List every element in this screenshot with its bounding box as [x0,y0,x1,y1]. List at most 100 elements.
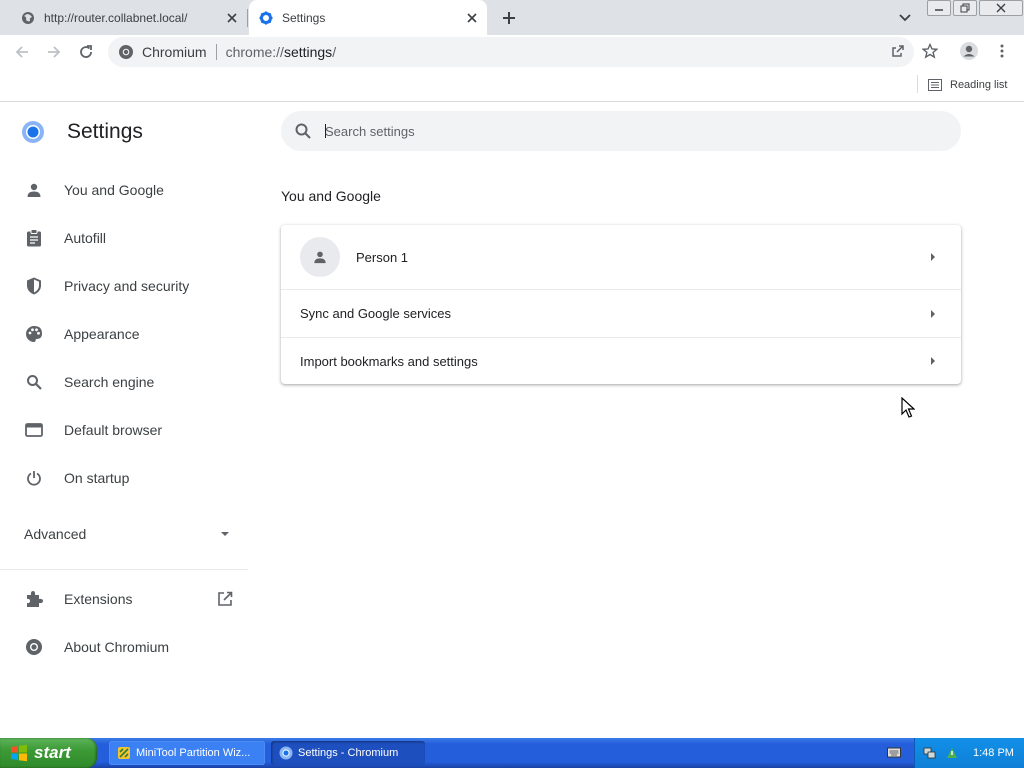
chromium-icon [118,44,134,60]
tab-separator [247,9,248,27]
windows-logo-icon [10,744,28,762]
reload-button[interactable] [74,40,98,64]
caret-down-icon [220,531,230,537]
tab-settings[interactable]: Settings [249,0,487,35]
share-icon[interactable] [887,40,909,62]
row-label: Person 1 [356,249,409,265]
url-host: settings [283,44,333,60]
settings-page: Settings You and Google Autofill Privacy… [0,103,1024,738]
window-controls [927,0,1024,16]
nav-item-appearance[interactable]: Appearance [0,314,248,354]
nav-advanced[interactable]: Advanced [0,514,248,554]
mouse-cursor-icon [901,396,916,424]
tab-strip: http://router.collabnet.local/ Settings [0,0,1024,35]
close-window-button[interactable] [979,0,1023,16]
shield-icon [24,276,44,296]
nav-item-on-startup[interactable]: On startup [0,458,248,498]
browser-toolbar: Chromium chrome://settings/ [0,35,1024,69]
url-path: / [332,44,337,60]
new-tab-button[interactable] [497,6,521,30]
reading-list-label: Reading list [950,79,1008,91]
restore-button[interactable] [953,0,977,16]
reading-list-button[interactable]: Reading list [928,75,1007,95]
search-input[interactable] [325,123,885,139]
bookmark-star-icon[interactable] [919,40,941,62]
nav-item-privacy[interactable]: Privacy and security [0,266,248,306]
taskbar-item-label: MiniTool Partition Wiz... [136,747,251,759]
person-icon [24,180,44,200]
omnibox-divider [215,44,217,60]
row-sync[interactable]: Sync and Google services [281,289,961,337]
tab-close-icon[interactable] [463,9,481,27]
arrow-right-icon [930,356,936,366]
chromium-logo-icon [21,120,45,144]
chevron-down-icon[interactable] [894,7,916,29]
clock: 1:48 PM [973,747,1014,759]
minimize-button[interactable] [927,0,951,16]
back-button[interactable] [10,40,34,64]
nav-item-search-engine[interactable]: Search engine [0,362,248,402]
you-and-google-card: Person 1 Sync and Google services Import… [281,225,961,384]
nav-divider [0,569,248,570]
power-icon [24,468,44,488]
tab-close-icon[interactable] [223,9,241,27]
palette-icon [24,324,44,344]
nav-label: Appearance [64,326,140,342]
nav-item-about[interactable]: About Chromium [0,627,248,667]
row-import[interactable]: Import bookmarks and settings [281,337,961,384]
avatar [300,237,340,277]
minitool-icon [117,746,131,760]
address-bar[interactable]: Chromium chrome://settings/ [108,37,914,67]
puzzle-icon [24,589,44,609]
settings-search[interactable] [281,111,961,151]
search-icon [24,372,44,392]
profile-avatar[interactable] [958,40,980,62]
network-icon[interactable] [923,746,937,760]
more-menu-icon[interactable] [991,40,1013,62]
security-icon[interactable] [945,746,959,760]
reading-list-icon [928,79,942,91]
site-chip: Chromium [142,44,207,60]
tab-router[interactable]: http://router.collabnet.local/ [0,0,247,35]
tab-title: http://router.collabnet.local/ [44,10,188,25]
arrow-right-icon [930,252,936,262]
row-person[interactable]: Person 1 [281,225,961,289]
nav-label: You and Google [64,182,164,198]
nav-item-autofill[interactable]: Autofill [0,218,248,258]
clipboard-icon [24,228,44,248]
forward-button[interactable] [42,40,66,64]
tab-title: Settings [282,10,326,25]
globe-icon [21,11,35,25]
external-link-icon [217,591,233,607]
start-label: start [34,743,71,762]
keyboard-icon[interactable] [887,746,901,758]
bookmark-bar: Reading list [0,69,1024,102]
nav-item-extensions[interactable]: Extensions [0,579,248,619]
row-label: Sync and Google services [300,306,452,321]
bookmark-separator [917,75,918,93]
nav-item-default-browser[interactable]: Default browser [0,410,248,450]
nav-label: Autofill [64,230,107,246]
taskbar-item-chromium[interactable]: Settings - Chromium [271,741,425,765]
system-tray: 1:48 PM [914,738,1024,768]
nav-item-you-and-google[interactable]: You and Google [0,170,248,210]
section-title: You and Google [281,188,381,204]
nav-label: About Chromium [64,639,170,655]
nav-label: On startup [64,470,130,486]
url-text: chrome://settings/ [226,44,337,60]
search-icon [294,122,312,140]
row-label: Import bookmarks and settings [300,353,478,369]
nav-label: Privacy and security [64,278,190,294]
start-button[interactable]: start [0,738,97,768]
arrow-right-icon [930,309,936,319]
gear-icon [259,11,273,25]
taskbar-item-minitool[interactable]: MiniTool Partition Wiz... [109,741,265,765]
nav-label: Extensions [64,591,133,607]
chromium-icon [24,637,44,657]
nav-label: Search engine [64,374,155,390]
nav-advanced-label: Advanced [24,526,87,542]
nav-label: Default browser [64,422,163,438]
taskbar-item-label: Settings - Chromium [298,747,399,759]
browser-icon [24,420,44,440]
chromium-icon [279,746,293,760]
